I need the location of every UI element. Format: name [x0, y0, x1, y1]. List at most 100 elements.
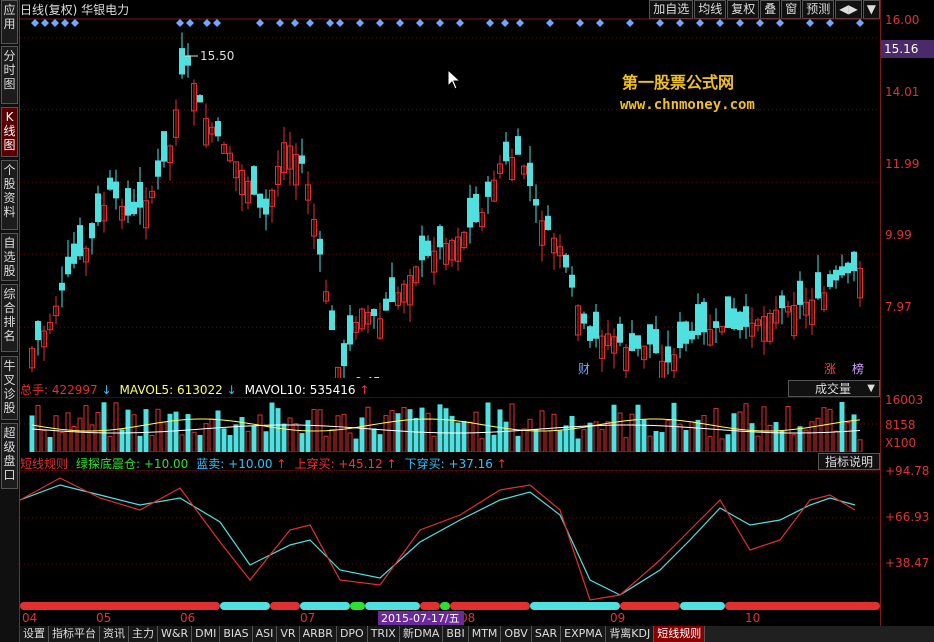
volume-bar: [821, 407, 827, 452]
low-price-label: 6.45: [354, 375, 381, 378]
candle-body: [89, 223, 95, 239]
sidebar-tab-5[interactable]: 综合排名: [1, 284, 18, 352]
tab-7[interactable]: ASI: [252, 626, 278, 642]
candle-body: [215, 121, 221, 137]
signal-strip-segment: [20, 602, 220, 610]
toolbar-button-6[interactable]: ◀▶: [835, 0, 862, 19]
toolbar-button-2[interactable]: 复权: [727, 0, 760, 19]
tab-4[interactable]: W&R: [158, 626, 193, 642]
volume-bar: [449, 415, 455, 452]
sidebar-tab-0[interactable]: 应用: [1, 0, 18, 44]
signal-strip-segment: [270, 602, 300, 610]
volume-bar: [221, 428, 227, 452]
tab-9[interactable]: ARBR: [299, 626, 337, 642]
volume-bar: [155, 408, 161, 452]
kline-chart[interactable]: 15.50 6.45 财 涨 榜: [20, 18, 880, 378]
candle-body: [587, 326, 593, 341]
candle-body: [263, 198, 269, 215]
volume-bar: [179, 434, 185, 452]
signal-diamond: [826, 19, 834, 27]
signal-diamond: [61, 19, 69, 27]
volume-bar: [419, 407, 425, 452]
legend-item: 上穿买: +45.12 ↑: [294, 457, 397, 471]
signal-diamond: [596, 19, 604, 27]
tab-2[interactable]: 资讯: [100, 626, 129, 642]
volume-bar: [347, 432, 353, 452]
tab-13[interactable]: BBI: [443, 626, 469, 642]
sidebar-tab-7[interactable]: 超级盘口: [1, 423, 18, 489]
sidebar-tab-3[interactable]: 个股资料: [1, 160, 18, 230]
candle-body: [815, 272, 821, 299]
volume-tick-label: X100: [885, 436, 917, 450]
signal-strip-segment: [450, 602, 530, 610]
toolbar-button-7[interactable]: ▼: [862, 0, 880, 19]
candle-body: [635, 335, 641, 349]
volume-bar: [569, 415, 575, 452]
tab-17[interactable]: EXPMA: [561, 626, 607, 642]
signal-diamond: [806, 19, 814, 27]
candle-body: [845, 262, 851, 274]
tab-19[interactable]: 短线规则: [654, 626, 706, 642]
signal-diamond: [716, 19, 724, 27]
watermark-url: www.chnmoney.com: [620, 97, 755, 113]
volume-bar: [227, 435, 233, 452]
toolbar-button-3[interactable]: 叠: [760, 0, 781, 19]
volume-bar: [413, 417, 419, 452]
tab-8[interactable]: VR: [277, 626, 300, 642]
candle-body: [527, 162, 533, 187]
tab-1[interactable]: 指标平台: [49, 626, 100, 642]
volume-bar: [515, 435, 521, 452]
volume-bar: [377, 434, 383, 452]
candle-body: [689, 330, 695, 340]
tab-12[interactable]: 新DMA: [399, 626, 444, 642]
tab-10[interactable]: DPO: [336, 626, 368, 642]
sidebar-tab-4[interactable]: 自选股: [1, 233, 18, 281]
candle-body: [341, 343, 347, 367]
volume-bar: [77, 417, 83, 452]
indicator-help-button[interactable]: 指标说明: [818, 453, 880, 470]
toolbar-button-4[interactable]: 窗: [781, 0, 802, 19]
tab-14[interactable]: MTM: [468, 626, 502, 642]
volume-chart[interactable]: [20, 397, 880, 452]
toolbar-button-1[interactable]: 均线: [694, 0, 727, 19]
candle-body: [779, 295, 785, 309]
current-price-badge: 15.16: [881, 40, 934, 58]
mouse-cursor-icon: [447, 68, 462, 90]
tab-5[interactable]: DMI: [192, 626, 221, 642]
signal-diamond: [326, 19, 334, 27]
volume-legend: 总手: 422997 ↓ MAVOL5: 613022 ↓ MAVOL10: 535…: [20, 381, 377, 398]
volume-bar: [737, 411, 743, 452]
candle-body: [617, 323, 623, 343]
tab-6[interactable]: BIAS: [220, 626, 253, 642]
volume-indicator-select[interactable]: 成交量 ▼: [788, 380, 880, 397]
volume-bar: [653, 431, 659, 452]
signal-diamond: [656, 19, 664, 27]
signal-strip-segment: [220, 602, 270, 610]
volume-bar: [713, 407, 719, 452]
tab-15[interactable]: OBV: [501, 626, 532, 642]
tab-16[interactable]: SAR: [531, 626, 562, 642]
tab-3[interactable]: 主力: [129, 626, 158, 642]
arrow-icon: ↑: [355, 383, 370, 397]
volume-bar: [479, 438, 485, 452]
tab-11[interactable]: TRIX: [367, 626, 400, 642]
sidebar-tab-1[interactable]: 分时图: [1, 46, 18, 104]
tab-0[interactable]: 设置: [20, 626, 49, 642]
volume-bar: [131, 414, 137, 452]
signal-diamond: [776, 19, 784, 27]
sidebar-tab-6[interactable]: 牛叉诊股: [1, 356, 18, 420]
sidebar-tab-2[interactable]: K线图: [1, 107, 18, 157]
volume-bar: [215, 410, 221, 452]
toolbar-button-0[interactable]: 加自选: [649, 0, 694, 19]
volume-bar: [755, 435, 761, 452]
time-axis: 04 05 06 07 08 09 102015-07-17/五: [22, 611, 760, 625]
candle-body: [737, 311, 743, 331]
candle-body: [503, 141, 509, 162]
indicator-chart[interactable]: [20, 470, 880, 610]
volume-bar: [509, 403, 515, 452]
legend-item: MAVOL5: 613022 ↓: [119, 383, 237, 397]
toolbar-button-5[interactable]: 预测: [802, 0, 835, 19]
volume-bar: [707, 436, 713, 452]
tab-18[interactable]: 背离KDJ: [606, 626, 655, 642]
volume-bar: [353, 438, 359, 452]
